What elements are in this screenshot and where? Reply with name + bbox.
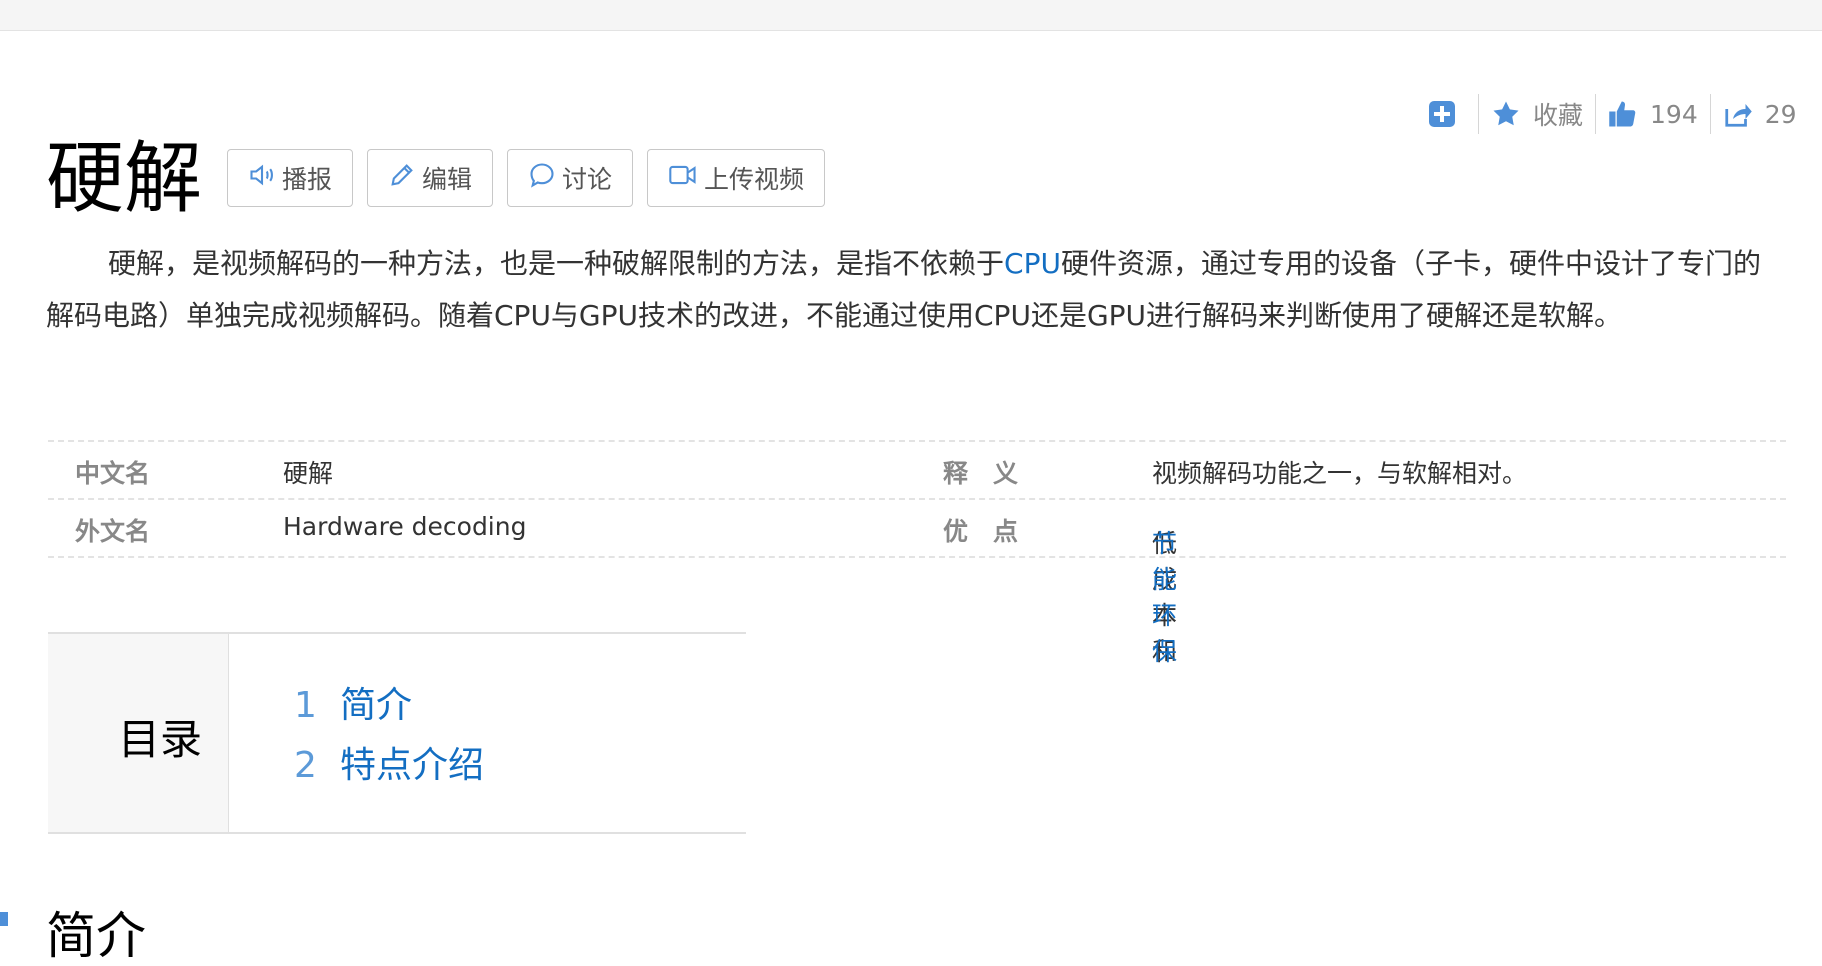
broadcast-label: 播报 xyxy=(282,160,332,196)
plus-square-icon xyxy=(1428,100,1456,128)
share-count: 29 xyxy=(1765,100,1797,129)
discuss-label: 讨论 xyxy=(562,160,612,196)
basic-info-table: 中文名 硬解 释 义 视频解码功能之一，与软解相对。 外文名 Hardware … xyxy=(48,440,1786,558)
toc-item-features[interactable]: 2特点介绍 xyxy=(294,736,484,788)
lemma-summary: 硬解，是视频解码的一种方法，也是一种破解限制的方法，是指不依赖于CPU硬件资源，… xyxy=(46,238,1776,342)
section-heading: 简介 xyxy=(46,906,146,966)
edit-button[interactable]: 编辑 xyxy=(367,149,493,207)
info-value: Hardware decoding xyxy=(283,512,526,541)
info-value: 视频解码功能之一，与软解相对。 xyxy=(1152,454,1527,490)
upload-video-button[interactable]: 上传视频 xyxy=(647,149,825,207)
like-button[interactable]: 194 xyxy=(1608,99,1698,129)
toc-item-number: 2 xyxy=(294,745,340,786)
broadcast-button[interactable]: 播报 xyxy=(227,149,353,207)
video-camera-icon xyxy=(668,161,704,195)
cpu-link[interactable]: CPU xyxy=(1004,247,1061,280)
info-row: 外文名 Hardware decoding 优 点 低成本和节能环保 xyxy=(48,498,1786,558)
info-key: 外文名 xyxy=(75,512,150,548)
edit-label: 编辑 xyxy=(422,160,472,196)
upload-video-label: 上传视频 xyxy=(704,160,804,196)
info-key: 优 点 xyxy=(943,512,1018,548)
page-title: 硬解 xyxy=(46,132,202,226)
toc-item-intro[interactable]: 1简介 xyxy=(294,676,412,728)
toc-item-label: 简介 xyxy=(340,685,412,726)
energy-saving-link[interactable]: 节能环保 xyxy=(1152,524,1177,668)
thumbs-up-icon xyxy=(1608,99,1638,129)
like-count: 194 xyxy=(1650,100,1698,129)
info-value: 硬解 xyxy=(283,454,333,490)
favorite-button[interactable]: 收藏 xyxy=(1491,96,1583,132)
separator xyxy=(1478,94,1479,134)
discuss-button[interactable]: 讨论 xyxy=(507,149,633,207)
pencil-icon xyxy=(388,161,422,195)
lemma-action-bar: 收藏 194 29 xyxy=(1428,92,1797,136)
share-button[interactable]: 29 xyxy=(1723,99,1797,129)
title-button-group: 播报 编辑 讨论 上传视频 xyxy=(227,149,839,207)
star-icon xyxy=(1491,99,1521,129)
table-of-contents: 目录 1简介 2特点介绍 xyxy=(48,632,746,834)
toc-header: 目录 xyxy=(48,634,229,832)
speaker-icon xyxy=(248,161,282,195)
add-button[interactable] xyxy=(1428,100,1456,128)
toc-title: 目录 xyxy=(118,706,202,767)
separator xyxy=(1710,94,1711,134)
info-row: 中文名 硬解 释 义 视频解码功能之一，与软解相对。 xyxy=(48,440,1786,498)
info-key: 释 义 xyxy=(943,454,1018,490)
toc-item-number: 1 xyxy=(294,685,340,726)
share-icon xyxy=(1723,99,1753,129)
info-key: 中文名 xyxy=(75,454,150,490)
summary-text-1: 硬解，是视频解码的一种方法，也是一种破解限制的方法，是指不依赖于 xyxy=(108,247,1004,280)
comment-icon xyxy=(528,161,562,195)
browser-top-strip xyxy=(0,0,1822,31)
toc-item-label: 特点介绍 xyxy=(340,745,484,786)
separator xyxy=(1595,94,1596,134)
section-heading-marker xyxy=(0,912,8,926)
favorite-label: 收藏 xyxy=(1533,96,1583,132)
